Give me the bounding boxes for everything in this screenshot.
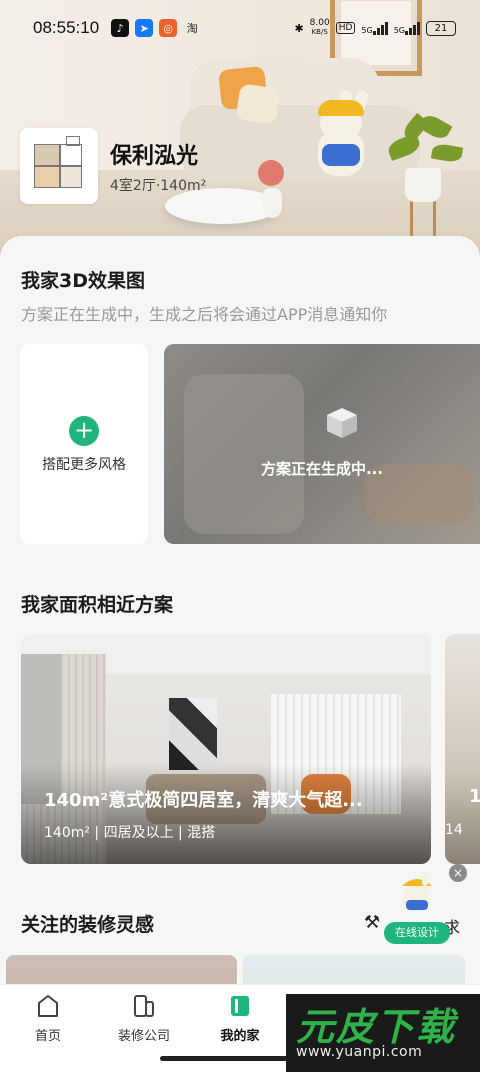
tab-company-label: 装修公司 [117, 1029, 170, 1044]
network-speed: 8.00 KB/S [309, 18, 330, 37]
home-icon [38, 995, 58, 1017]
flower [258, 160, 284, 186]
magic-wand-icon[interactable]: ⚒ [364, 912, 384, 933]
house-name[interactable]: 保利泓光 [110, 138, 198, 170]
tiktok-icon: ♪ [111, 19, 130, 37]
more-style-label: 搭配更多风格 [42, 457, 126, 473]
cube-icon [327, 408, 357, 438]
battery-icon: 21 [426, 20, 456, 36]
section-similar-title: 我家面积相近方案 [21, 594, 174, 616]
section-3d-subtitle: 方案正在生成中，生成之后将会通过APP消息通知你 [21, 305, 388, 324]
vase [262, 188, 282, 218]
status-indicators: ✱ 8.00 KB/S HD 5G 5G 21 [294, 19, 456, 37]
tab-company[interactable]: 装修公司 [104, 993, 184, 1044]
tab-my-home-label: 我的家 [220, 1029, 260, 1044]
plan-title: 140m²意式极简四居室，清爽大气超... [44, 790, 363, 811]
arrow-app-icon: ➤ [135, 19, 154, 37]
similar-plan-card[interactable]: 140m²意式极简四居室，清爽大气超... 140m² | 四居及以上 | 混搭 [21, 634, 431, 864]
section-follow-title: 关注的装修灵感 [21, 914, 155, 936]
plant-stand [410, 200, 436, 240]
company-icon [134, 995, 154, 1017]
signal-bars-icon [372, 21, 388, 35]
status-time: 08:55:10 [33, 18, 100, 37]
generating-label: 方案正在生成中... [260, 460, 384, 478]
more-style-card[interactable]: + 搭配更多风格 [20, 344, 148, 544]
online-design-button[interactable]: 在线设计 [384, 866, 450, 944]
status-bar: 08:55:10 ♪ ➤ ◎ 淘 ✱ 8.00 KB/S HD 5G 5G 21 [0, 0, 480, 56]
tab-my-home[interactable]: 我的家 [200, 993, 280, 1044]
tab-home-label: 首页 [34, 1029, 61, 1044]
mascot-icon [402, 872, 432, 911]
sofa-seat [180, 105, 420, 180]
my-home-icon [231, 996, 249, 1016]
mascot-bunny [310, 88, 372, 182]
watermark-logo: 元皮下载 www.yuanpi.com [286, 994, 480, 1072]
plan-meta: 14 [445, 822, 463, 838]
watermark-text: 元皮下载 [296, 1005, 457, 1049]
close-icon[interactable]: × [449, 864, 467, 882]
generating-render-card[interactable]: 方案正在生成中... [164, 344, 480, 544]
tab-home[interactable]: 首页 [8, 993, 88, 1044]
plus-icon: + [69, 416, 99, 446]
hd-badge: HD [335, 22, 356, 34]
signal-bars-icon [405, 21, 420, 35]
plan-meta: 140m² | 四居及以上 | 混搭 [44, 825, 216, 841]
bluetooth-icon: ✱ [294, 21, 304, 35]
plan-title: 1 [469, 786, 480, 807]
signal-5g-b: 5G [394, 21, 420, 35]
similar-plan-card[interactable]: 1 14 [445, 634, 480, 864]
house-meta: 4室2厅·140m² [110, 178, 207, 194]
floorplan-thumbnail[interactable] [20, 128, 98, 204]
cream-pillow [235, 83, 281, 125]
plant-pot [405, 168, 441, 202]
watermark-url: www.yuanpi.com [296, 1044, 423, 1060]
signal-5g-a: 5G [361, 21, 388, 35]
status-app-icons: ♪ ➤ ◎ 淘 [111, 19, 207, 37]
red-app-icon: ◎ [159, 19, 178, 37]
online-design-label: 在线设计 [384, 922, 450, 944]
taobao-icon: 淘 [186, 22, 198, 35]
section-3d-title: 我家3D效果图 [21, 270, 145, 292]
